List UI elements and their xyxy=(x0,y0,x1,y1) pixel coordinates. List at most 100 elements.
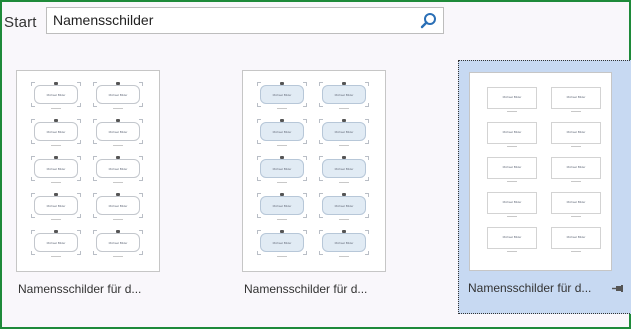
crop-mark xyxy=(257,230,261,234)
badge-subtext xyxy=(571,181,581,182)
crop-mark xyxy=(77,214,81,218)
window-frame: Start Michael BilderMichael BilderMichae… xyxy=(0,0,631,329)
crop-mark xyxy=(319,82,323,86)
crop-mark xyxy=(139,230,143,234)
crop-mark xyxy=(77,103,81,107)
name-badge-preview: Michael Bilder xyxy=(551,155,601,182)
name-badge-preview: Michael Bilder xyxy=(319,230,369,257)
crop-mark xyxy=(365,177,369,181)
search-icon[interactable] xyxy=(419,11,439,31)
template-caption: Namensschilder für d... xyxy=(18,282,142,296)
crop-mark xyxy=(365,214,369,218)
name-badge-preview: Michael Bilder xyxy=(31,82,81,109)
crop-mark xyxy=(93,103,97,107)
badge-subtext xyxy=(51,182,61,183)
badge-name-text: Michael Bilder xyxy=(322,122,366,141)
badge-subtext xyxy=(339,182,349,183)
badge-name-text: Michael Bilder xyxy=(260,85,304,104)
template-tile-2[interactable]: Michael Bilder Michael Bilder Michael Bild… xyxy=(230,60,406,314)
crop-mark xyxy=(319,193,323,197)
badge-name-text: Michael Bilder xyxy=(96,196,140,215)
name-badge-preview: Michael Bilder xyxy=(257,119,307,146)
crop-mark xyxy=(365,103,369,107)
crop-mark xyxy=(319,214,323,218)
crop-mark xyxy=(365,230,369,234)
badge-name-text: Michael Bilder xyxy=(260,196,304,215)
crop-mark xyxy=(303,103,307,107)
crop-mark xyxy=(93,214,97,218)
badge-subtext xyxy=(51,256,61,257)
badge-subtext xyxy=(507,146,517,147)
crop-mark xyxy=(93,140,97,144)
template-thumbnail: Michael Bilder Michael Bilder Michael Bild… xyxy=(242,70,386,272)
name-badge-preview: Michael Bilder xyxy=(487,155,537,182)
name-badge-preview: Michael Bilder xyxy=(31,156,81,183)
badge-name-text: Michael Bilder xyxy=(96,159,140,178)
template-tile-3[interactable]: Michael Bilder Michael Bilder Michael Bild… xyxy=(458,60,631,314)
crop-mark xyxy=(31,230,35,234)
crop-mark xyxy=(303,193,307,197)
crop-mark xyxy=(93,230,97,234)
crop-mark xyxy=(139,119,143,123)
template-thumbnail: Michael Bilder Michael Bilder Michael Bild… xyxy=(469,72,612,271)
crop-mark xyxy=(303,119,307,123)
start-label: Start xyxy=(4,14,37,31)
badge-subtext xyxy=(507,216,517,217)
badge-subtext xyxy=(277,256,287,257)
badge-name-text: Michael Bilder xyxy=(487,87,537,109)
badge-subtext xyxy=(113,219,123,220)
name-badge-preview: Michael Bilder xyxy=(487,225,537,252)
badge-subtext xyxy=(571,216,581,217)
crop-mark xyxy=(139,140,143,144)
search-input[interactable] xyxy=(53,12,413,28)
crop-mark xyxy=(303,177,307,181)
crop-mark xyxy=(31,156,35,160)
badge-name-text: Michael Bilder xyxy=(487,157,537,179)
badge-subtext xyxy=(51,145,61,146)
badge-name-text: Michael Bilder xyxy=(322,159,366,178)
badge-name-text: Michael Bilder xyxy=(322,233,366,252)
crop-mark xyxy=(139,103,143,107)
badge-name-text: Michael Bilder xyxy=(34,159,78,178)
crop-mark xyxy=(93,177,97,181)
crop-mark xyxy=(365,140,369,144)
crop-mark xyxy=(257,214,261,218)
crop-mark xyxy=(77,156,81,160)
crop-mark xyxy=(319,156,323,160)
search-box[interactable] xyxy=(46,7,444,34)
crop-mark xyxy=(77,230,81,234)
name-badge-preview: Michael Bilder xyxy=(257,193,307,220)
crop-mark xyxy=(303,214,307,218)
crop-mark xyxy=(139,156,143,160)
crop-mark xyxy=(77,193,81,197)
badge-subtext xyxy=(507,251,517,252)
badge-name-text: Michael Bilder xyxy=(322,196,366,215)
crop-mark xyxy=(303,251,307,255)
pin-icon[interactable] xyxy=(611,282,625,294)
name-badge-preview: Michael Bilder xyxy=(31,230,81,257)
crop-mark xyxy=(31,251,35,255)
badge-grid: Michael Bilder Michael Bilder Michael Bild… xyxy=(31,82,143,257)
crop-mark xyxy=(31,82,35,86)
badge-subtext xyxy=(571,251,581,252)
name-badge-preview: Michael Bilder xyxy=(319,156,369,183)
crop-mark xyxy=(257,82,261,86)
crop-mark xyxy=(257,193,261,197)
crop-mark xyxy=(365,193,369,197)
crop-mark xyxy=(257,251,261,255)
badge-subtext xyxy=(339,256,349,257)
crop-mark xyxy=(77,119,81,123)
crop-mark xyxy=(319,177,323,181)
crop-mark xyxy=(303,156,307,160)
crop-mark xyxy=(365,82,369,86)
crop-mark xyxy=(257,119,261,123)
badge-name-text: Michael Bilder xyxy=(487,192,537,214)
name-badge-preview: Michael Bilder xyxy=(93,119,143,146)
crop-mark xyxy=(31,103,35,107)
name-badge-preview: Michael Bilder xyxy=(551,120,601,147)
template-tile-1[interactable]: Michael Bilder Michael Bilder Michael Bild… xyxy=(4,60,180,314)
name-badge-preview: Michael Bilder xyxy=(551,190,601,217)
badge-name-text: Michael Bilder xyxy=(34,122,78,141)
crop-mark xyxy=(31,140,35,144)
badge-name-text: Michael Bilder xyxy=(96,233,140,252)
